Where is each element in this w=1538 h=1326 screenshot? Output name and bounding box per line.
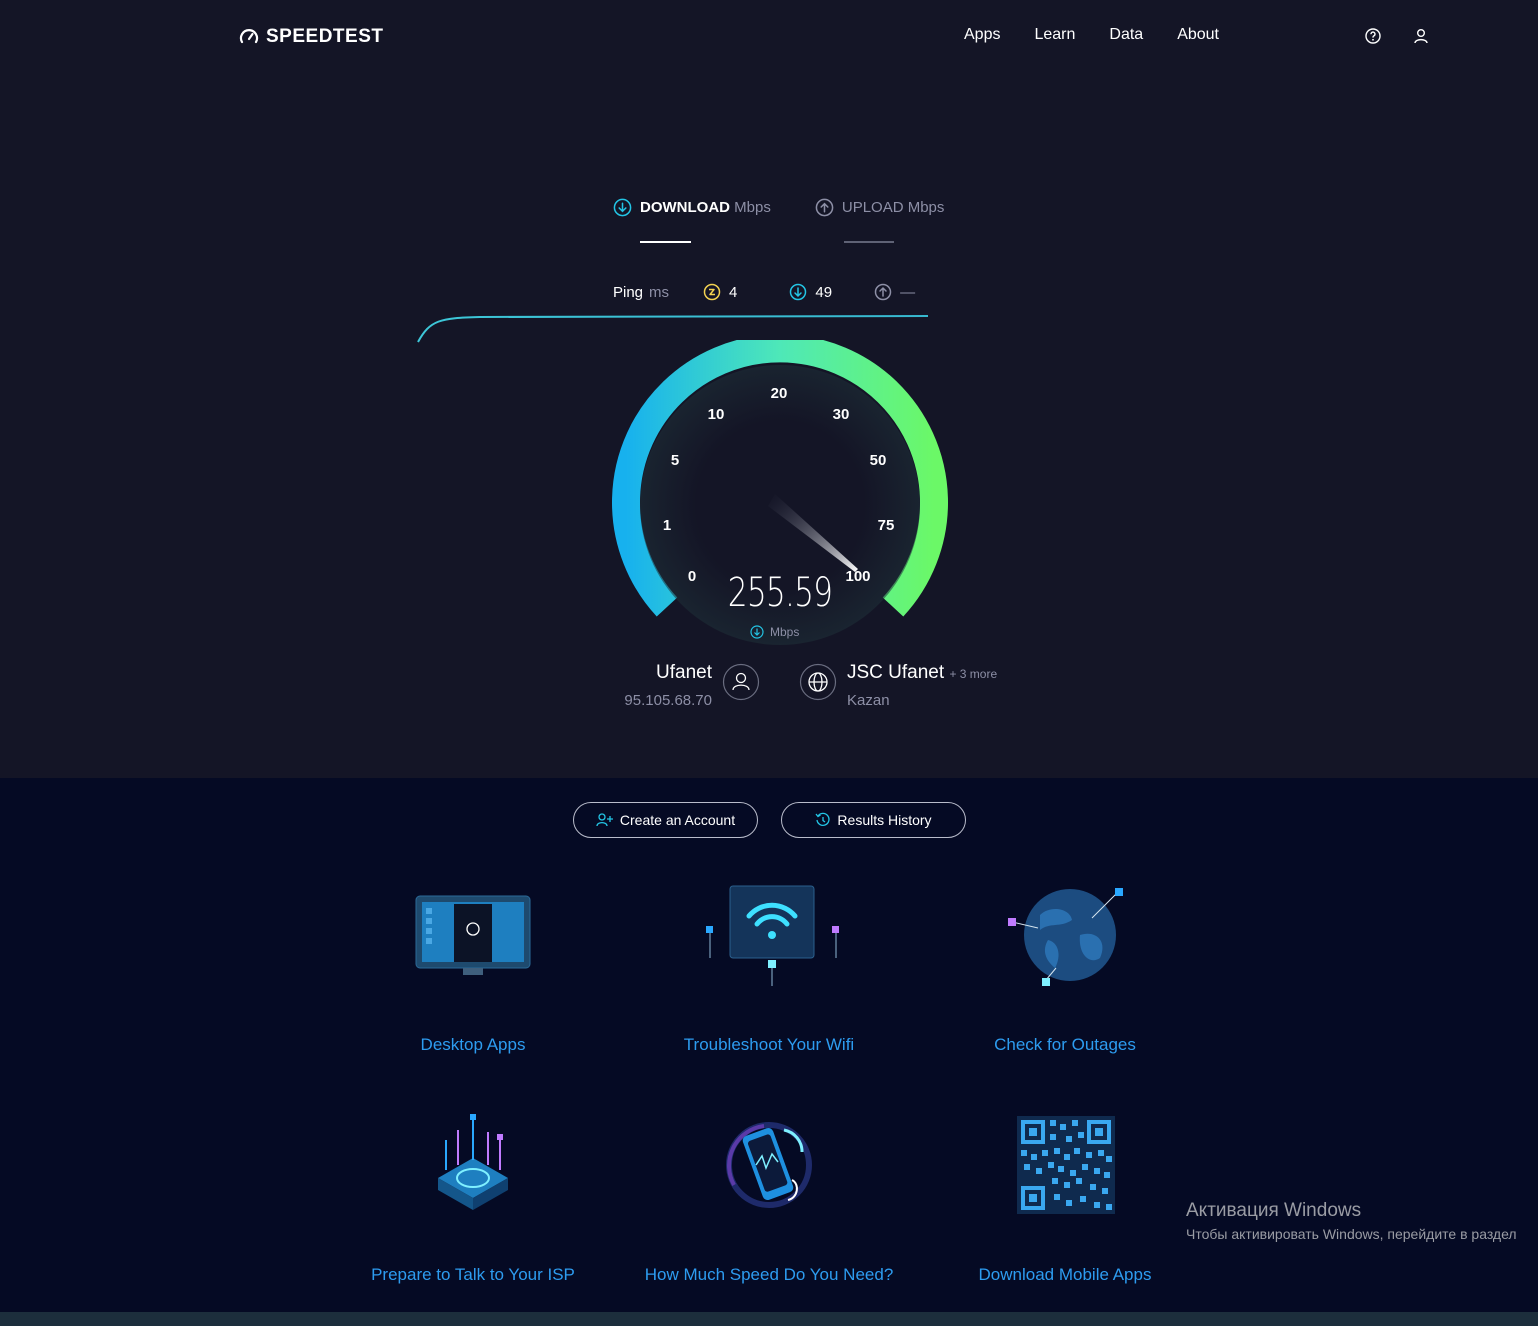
- windows-activation-title: Активация Windows: [1186, 1200, 1362, 1221]
- card-desktop-apps[interactable]: Desktop Apps: [343, 880, 603, 1055]
- download-tab-indicator: [640, 241, 691, 243]
- server-info[interactable]: JSC Ufanet + 3 more Kazan: [847, 662, 997, 709]
- card-desktop-apps-label: Desktop Apps: [420, 1035, 526, 1054]
- router-icon: [438, 1114, 508, 1210]
- tick-20: 20: [771, 385, 788, 402]
- nav-data[interactable]: Data: [1109, 26, 1143, 44]
- desktop-monitor-icon: [415, 895, 531, 975]
- add-user-icon: [596, 813, 613, 827]
- tick-75: 75: [878, 517, 895, 534]
- ping-label: Ping: [613, 283, 644, 301]
- tab-download[interactable]: DOWNLOAD Mbps: [613, 198, 771, 217]
- ping-unit: ms: [649, 283, 670, 301]
- download-latency-icon: [790, 283, 807, 301]
- windows-activation-subtitle: Чтобы активировать Windows, перейдите в …: [1186, 1226, 1517, 1242]
- speedtest-logo[interactable]: SPEEDTEST: [238, 26, 383, 48]
- speed-value: 255.59: [727, 570, 833, 616]
- history-icon: [815, 812, 831, 826]
- nav-apps[interactable]: Apps: [964, 26, 1000, 44]
- card-check-outages-label: Check for Outages: [994, 1035, 1136, 1054]
- tick-5: 5: [671, 452, 679, 469]
- main-nav: Apps Learn Data About: [964, 26, 1219, 44]
- upload-arrow-icon: [815, 198, 834, 217]
- wifi-icon: [706, 885, 839, 986]
- server-name: JSC Ufanet: [847, 662, 945, 683]
- windows-activation-watermark: Активация Windows Чтобы активировать Win…: [1186, 1200, 1517, 1242]
- card-check-outages[interactable]: Check for Outages: [935, 880, 1195, 1055]
- ping-idle-value: 4: [729, 283, 738, 301]
- card-mobile-apps-label: Download Mobile Apps: [978, 1265, 1152, 1284]
- tick-30: 30: [833, 406, 850, 423]
- speed-unit-label: Mbps: [770, 625, 800, 639]
- speed-unit: Mbps: [750, 625, 799, 639]
- card-speed-needed-label: How Much Speed Do You Need?: [644, 1265, 894, 1284]
- card-mobile-apps[interactable]: Download Mobile Apps: [935, 1110, 1195, 1285]
- download-arrow-small-icon: [750, 625, 764, 639]
- nav-learn[interactable]: Learn: [1034, 26, 1075, 44]
- speedometer-icon: [239, 29, 259, 44]
- globe-icon[interactable]: [799, 663, 837, 701]
- upload-latency-icon: [874, 283, 892, 301]
- tick-1: 1: [663, 517, 671, 534]
- upload-label: UPLOAD: [841, 199, 904, 216]
- tab-upload[interactable]: UPLOAD Mbps: [815, 198, 945, 217]
- qr-code-icon: [1017, 1116, 1115, 1214]
- client-info: Ufanet 95.105.68.70: [600, 662, 712, 709]
- tick-10: 10: [708, 406, 725, 423]
- footer-strip: [0, 1312, 1538, 1326]
- card-prepare-isp[interactable]: Prepare to Talk to Your ISP: [343, 1110, 603, 1285]
- result-tabs: DOWNLOAD Mbps UPLOAD Mbps: [613, 198, 944, 217]
- help-icon[interactable]: [1364, 27, 1382, 45]
- download-unit: Mbps: [734, 199, 771, 216]
- client-isp: Ufanet: [656, 662, 712, 683]
- results-history-label: Results History: [837, 812, 932, 828]
- user-icon[interactable]: [1412, 27, 1430, 45]
- person-icon: [722, 663, 760, 701]
- ping-upload-value: —: [900, 283, 916, 301]
- ping-row: Ping ms 4 49 —: [613, 283, 915, 301]
- globe-outage-icon: [1008, 888, 1123, 986]
- brand-name: SPEEDTEST: [266, 26, 384, 47]
- tick-50: 50: [870, 452, 887, 469]
- upload-unit: Mbps: [907, 199, 945, 216]
- download-label: DOWNLOAD: [640, 199, 730, 216]
- card-troubleshoot-wifi-label: Troubleshoot Your Wifi: [683, 1035, 855, 1054]
- download-arrow-icon: [613, 198, 632, 217]
- idle-latency-icon: [703, 283, 721, 301]
- ping-download-value: 49: [815, 283, 833, 301]
- create-account-label: Create an Account: [619, 812, 736, 828]
- client-ip: 95.105.68.70: [624, 692, 712, 709]
- server-more[interactable]: + 3 more: [949, 667, 997, 681]
- create-account-button[interactable]: Create an Account: [573, 802, 758, 838]
- upload-tab-indicator: [844, 241, 894, 243]
- card-speed-needed[interactable]: How Much Speed Do You Need?: [639, 1110, 899, 1285]
- nav-about[interactable]: About: [1177, 26, 1219, 44]
- results-history-button[interactable]: Results History: [781, 802, 966, 838]
- phone-speed-icon: [726, 1122, 812, 1208]
- server-location: Kazan: [847, 692, 890, 709]
- card-prepare-isp-label: Prepare to Talk to Your ISP: [371, 1265, 575, 1284]
- card-troubleshoot-wifi[interactable]: Troubleshoot Your Wifi: [639, 880, 899, 1055]
